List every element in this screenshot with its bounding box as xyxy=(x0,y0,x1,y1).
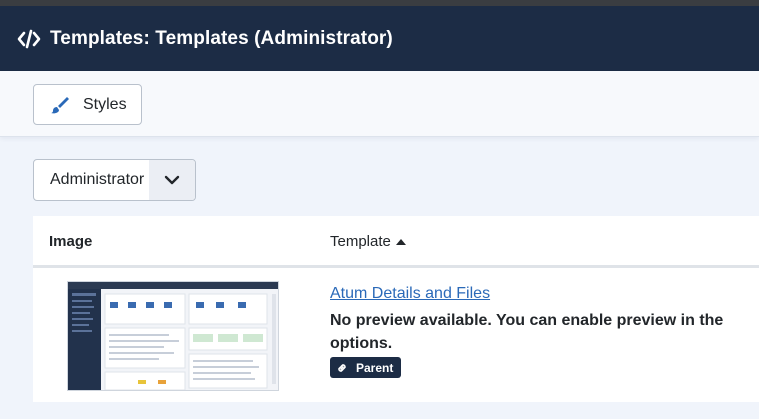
client-select[interactable]: Administrator xyxy=(33,159,196,201)
link-icon xyxy=(336,362,348,374)
styles-button[interactable]: Styles xyxy=(33,84,142,125)
styles-button-label: Styles xyxy=(83,95,127,113)
template-description: No preview available. You can enable pre… xyxy=(330,312,724,352)
template-preview-thumbnail[interactable] xyxy=(67,281,279,391)
column-header-template-label: Template xyxy=(330,233,391,250)
paint-brush-icon xyxy=(50,95,70,115)
toolbar: Styles xyxy=(0,71,759,137)
column-header-image: Image xyxy=(49,233,93,250)
parent-badge-label: Parent xyxy=(356,360,394,375)
column-header-template[interactable]: Template xyxy=(330,233,406,250)
parent-badge: Parent xyxy=(330,357,402,378)
templates-table: Image Template Atum Details and Files No… xyxy=(33,216,759,402)
page-title: Templates: Templates (Administrator) xyxy=(50,27,393,49)
table-header: Image Template xyxy=(33,216,759,268)
client-select-value: Administrator xyxy=(50,171,145,188)
chevron-down-icon[interactable] xyxy=(149,160,195,200)
table-row: Atum Details and Files No preview availa… xyxy=(33,271,759,402)
sort-asc-icon xyxy=(395,237,406,247)
page-header: Templates: Templates (Administrator) xyxy=(0,6,759,71)
code-icon xyxy=(17,27,41,51)
template-name-link[interactable]: Atum Details and Files xyxy=(330,285,490,303)
